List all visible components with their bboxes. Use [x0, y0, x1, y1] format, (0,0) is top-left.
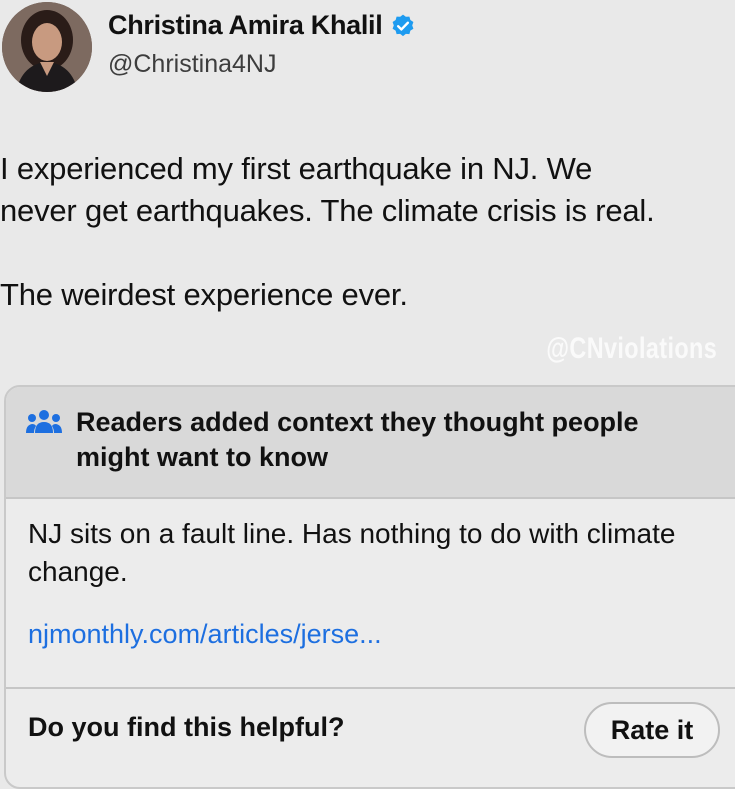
- helpful-prompt: Do you find this helpful?: [28, 712, 345, 742]
- tweet-paragraph: The weirdest experience ever.: [0, 277, 408, 312]
- community-note-header: Readers added context they thought peopl…: [6, 387, 735, 499]
- tweet-line: I experienced my first earthquake in NJ.…: [0, 151, 593, 186]
- tweet-text: I experienced my first earthquake in NJ.…: [0, 148, 735, 316]
- tweet-header: Christina Amira Khalil @Christina4NJ: [0, 0, 735, 100]
- tweet-line: never get earthquakes. The climate crisi…: [0, 193, 655, 228]
- divider: [6, 687, 735, 689]
- community-note-title: Readers added context they thought peopl…: [76, 407, 639, 472]
- watermark: @CNviolations: [546, 332, 717, 365]
- verified-badge-icon: [393, 14, 414, 36]
- author-name[interactable]: Christina Amira Khalil: [108, 10, 383, 41]
- author-handle[interactable]: @Christina4NJ: [108, 50, 276, 79]
- avatar-photo: [2, 2, 92, 92]
- community-note-source-link[interactable]: njmonthly.com/articles/jerse...: [28, 619, 382, 650]
- community-note-body: NJ sits on a fault line. Has nothing to …: [28, 518, 676, 587]
- community-note-card: Readers added context they thought peopl…: [4, 385, 735, 789]
- avatar[interactable]: [2, 2, 92, 92]
- people-icon: [26, 410, 62, 433]
- rate-it-button[interactable]: Rate it: [584, 702, 720, 758]
